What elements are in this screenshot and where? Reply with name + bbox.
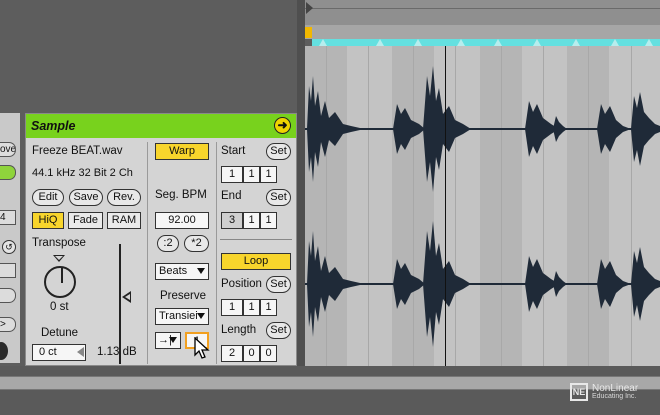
warp-button[interactable]: Warp xyxy=(155,143,209,160)
gain-value: 1.13 dB xyxy=(97,346,137,358)
warp-markers xyxy=(319,39,653,46)
sample-title: Sample xyxy=(31,119,76,133)
chevron-down-icon xyxy=(197,313,205,319)
length-label: Length xyxy=(221,324,257,336)
loop-mode-select[interactable]: →| xyxy=(155,332,181,349)
warp-mode-value: Beats xyxy=(159,265,188,277)
start-sixteenth-field[interactable]: 1 xyxy=(260,166,277,183)
cue-marker-icon[interactable] xyxy=(306,2,313,14)
column-divider xyxy=(147,142,148,364)
audio-waveform xyxy=(305,66,660,347)
column-divider xyxy=(216,142,217,364)
bottom-area xyxy=(0,366,660,415)
sample-panel: Sample ➜ Freeze BEAT.wav 44.1 kHz 32 Bit… xyxy=(25,113,297,366)
seg-bpm-label: Seg. BPM xyxy=(155,189,207,201)
waveform-display[interactable] xyxy=(305,46,660,366)
edit-button[interactable]: Edit xyxy=(32,189,64,206)
transpose-knob-needle xyxy=(61,268,63,283)
seg-bpm-field[interactable]: 92.00 xyxy=(155,212,209,229)
detune-label: Detune xyxy=(41,327,79,339)
length-sixteenth-field[interactable]: 0 xyxy=(260,345,277,362)
end-beat-field[interactable]: 1 xyxy=(243,212,260,229)
start-label: Start xyxy=(221,145,246,157)
panel-separator[interactable] xyxy=(297,0,305,366)
mouse-cursor-icon xyxy=(194,337,210,359)
length-beat-field[interactable]: 0 xyxy=(243,345,260,362)
clip-header-line xyxy=(305,8,660,9)
position-set-button[interactable]: Set xyxy=(266,276,291,293)
transpose-label: Transpose xyxy=(32,237,86,249)
arrow-right-icon[interactable]: ➜ xyxy=(274,117,291,134)
end-set-button[interactable]: Set xyxy=(266,189,291,206)
loop-button[interactable]: Loop xyxy=(221,253,291,270)
transpose-knob[interactable] xyxy=(44,266,76,298)
adjacent-device-toggle[interactable] xyxy=(0,288,16,303)
clip-header xyxy=(305,0,660,25)
position-label: Position xyxy=(221,278,262,290)
save-button[interactable]: Save xyxy=(69,189,103,206)
adjacent-device-arrow-button[interactable]: > xyxy=(0,317,16,332)
horizontal-scrollbar[interactable] xyxy=(0,376,660,390)
start-bar-field[interactable]: 1 xyxy=(221,166,243,183)
ne-logo-icon: NE xyxy=(570,383,588,401)
adjacent-device-select[interactable] xyxy=(0,263,16,278)
position-sixteenth-field[interactable]: 1 xyxy=(260,299,277,316)
adjacent-device-value[interactable]: 4 xyxy=(0,210,16,225)
preserve-value: Transiei xyxy=(159,310,198,322)
warp-mode-select[interactable]: Beats xyxy=(155,263,209,280)
transpose-indicator-inner xyxy=(55,256,63,260)
double-tempo-button[interactable]: *2 xyxy=(184,235,209,252)
section-divider xyxy=(220,239,292,240)
adjacent-device-button[interactable]: ove xyxy=(0,142,16,157)
start-beat-field[interactable]: 1 xyxy=(243,166,260,183)
length-bar-field[interactable]: 2 xyxy=(221,345,243,362)
detune-value: 0 ct xyxy=(39,346,57,358)
chevron-down-icon xyxy=(197,268,205,274)
end-sixteenth-field[interactable]: 1 xyxy=(260,212,277,229)
adjacent-value-label: 4 xyxy=(0,212,6,223)
logo-mark-text: NE xyxy=(572,387,586,397)
adjacent-device-green-button[interactable] xyxy=(0,165,16,180)
ram-button[interactable]: RAM xyxy=(107,212,141,229)
adjacent-device-knob-icon[interactable]: ↺ xyxy=(2,240,16,254)
sample-title-bar[interactable]: Sample ➜ xyxy=(26,114,296,138)
preserve-select[interactable]: Transiei xyxy=(155,308,209,325)
preserve-label: Preserve xyxy=(160,290,207,302)
start-set-button[interactable]: Set xyxy=(266,143,291,160)
half-tempo-button[interactable]: :2 xyxy=(157,235,179,252)
hiq-button[interactable]: HiQ xyxy=(32,212,64,229)
fade-button[interactable]: Fade xyxy=(68,212,103,229)
end-label: End xyxy=(221,190,242,202)
detune-arrow-icon xyxy=(77,347,84,357)
sample-file-name: Freeze BEAT.wav xyxy=(32,145,123,157)
length-set-button[interactable]: Set xyxy=(266,322,291,339)
position-bar-field[interactable]: 1 xyxy=(221,299,243,316)
gain-slider-handle-inner xyxy=(125,294,130,300)
end-bar-field[interactable]: 3 xyxy=(221,212,243,229)
chevron-down-icon xyxy=(169,337,177,343)
position-beat-field[interactable]: 1 xyxy=(243,299,260,316)
adjacent-device-strip: ove 4 ↺ > xyxy=(0,113,20,363)
playhead-line[interactable] xyxy=(445,46,446,366)
sample-info: 44.1 kHz 32 Bit 2 Ch xyxy=(32,167,133,179)
adjacent-button-label: ove xyxy=(0,144,16,155)
reverse-button[interactable]: Rev. xyxy=(107,189,141,206)
transpose-value: 0 st xyxy=(50,301,69,313)
watermark-line2: Educating Inc. xyxy=(592,393,637,400)
adjacent-arrow-label: > xyxy=(0,319,6,330)
